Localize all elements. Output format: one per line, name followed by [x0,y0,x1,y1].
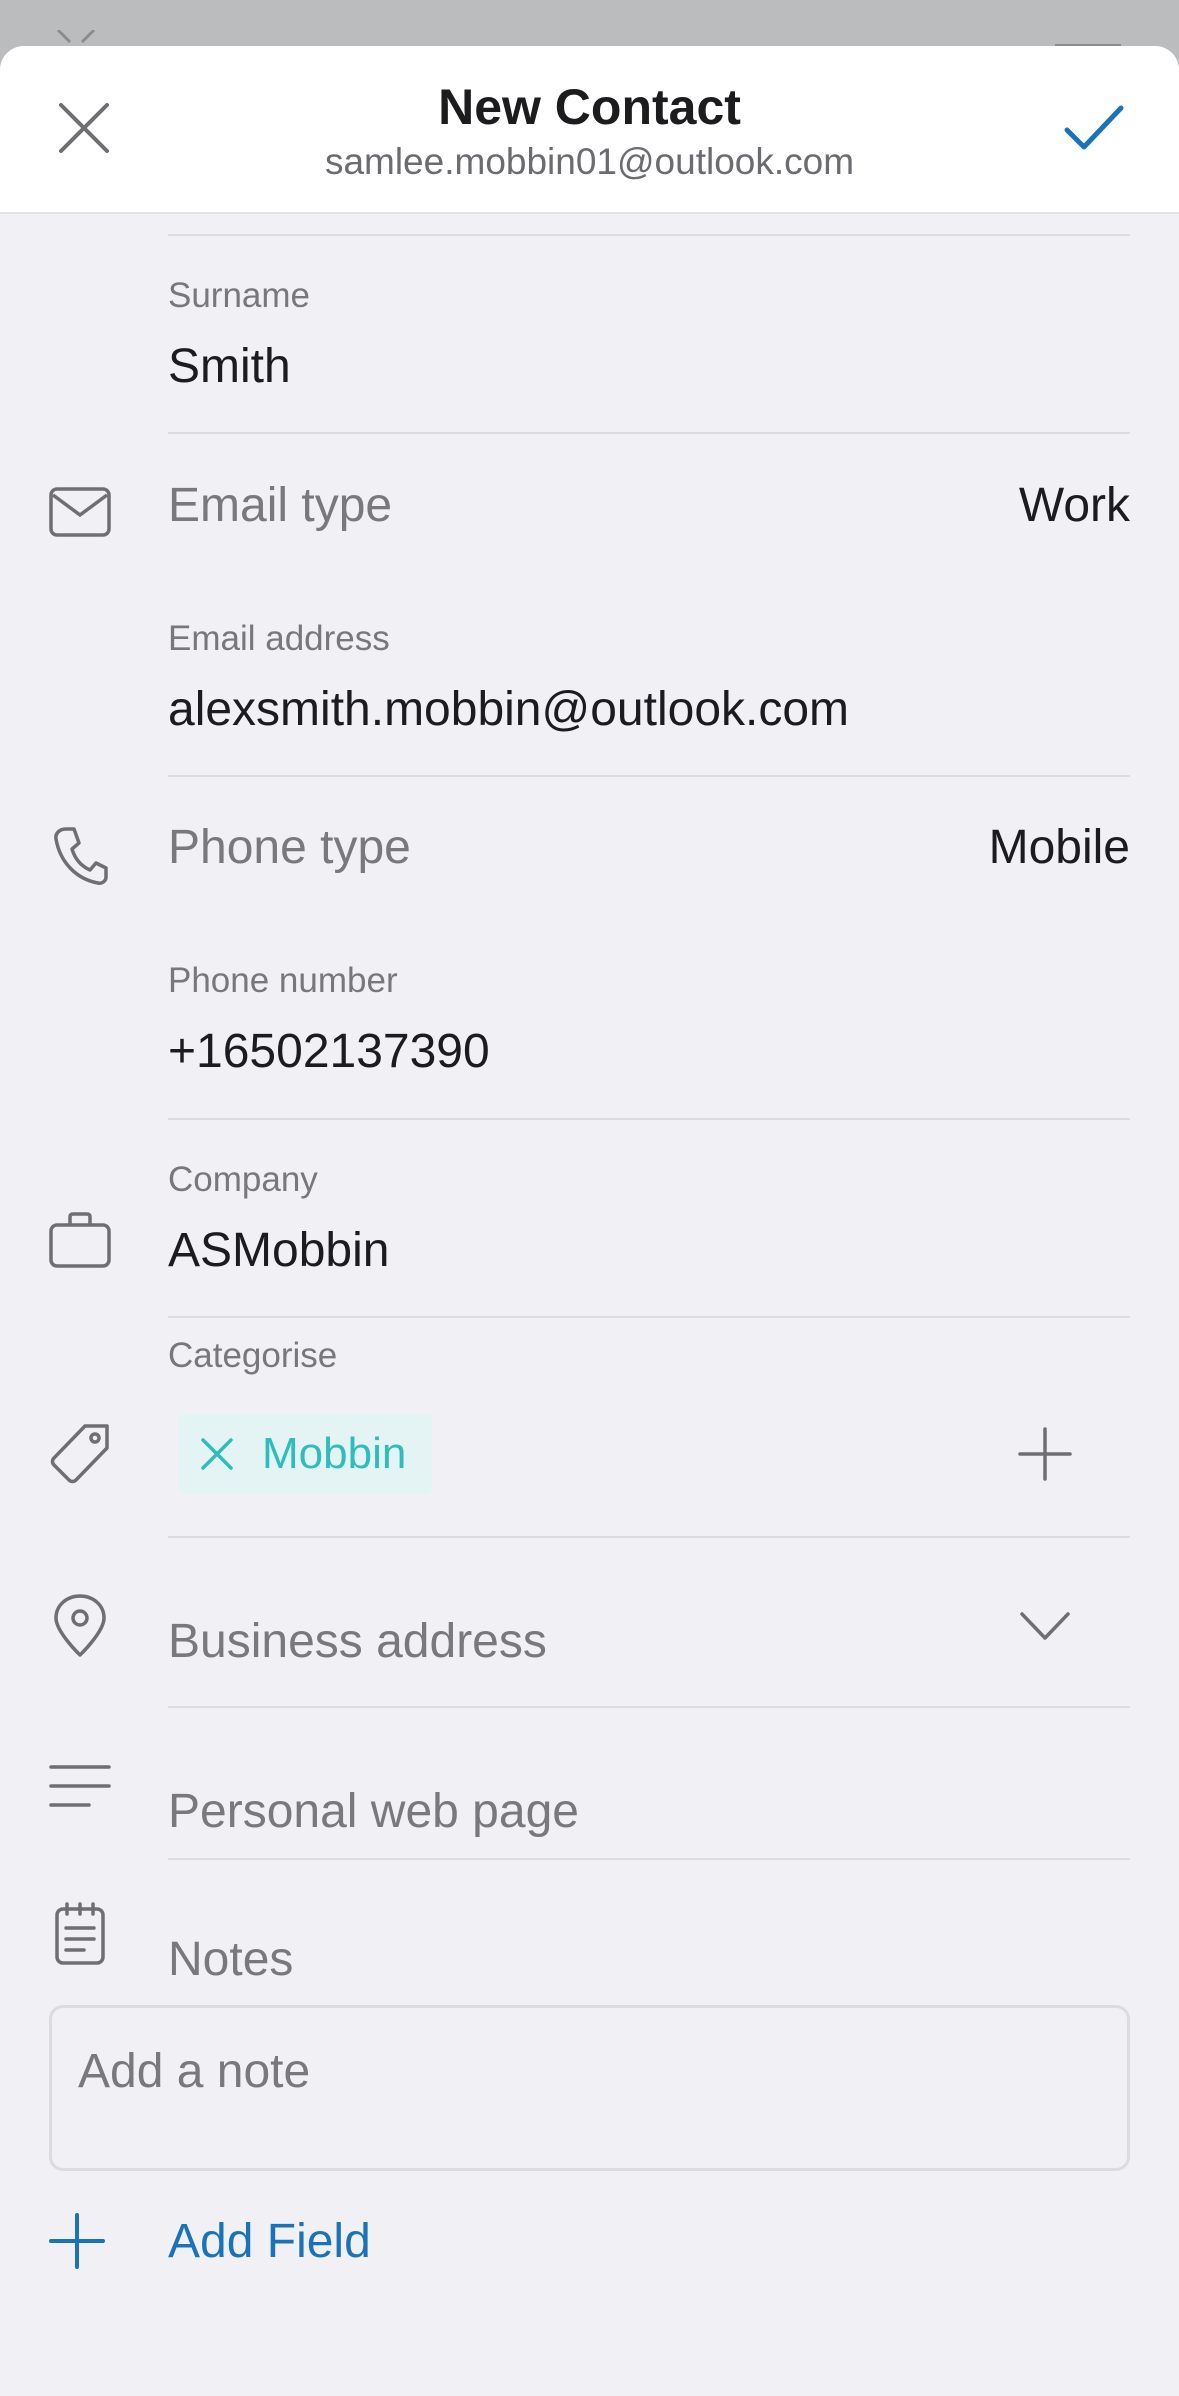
divider [168,1316,1130,1318]
phone-number-label: Phone number [168,961,398,1000]
phone-row-icon [40,816,120,896]
notes-row-icon [40,1894,120,1974]
category-chip-label: Mobbin [262,1429,407,1478]
company-input[interactable]: ASMobbin [168,1223,389,1278]
lines-icon [49,1765,111,1807]
note-input[interactable]: Add a note [49,2005,1130,2171]
email-type-label[interactable]: Email type [168,478,392,533]
divider [168,234,1130,236]
company-label: Company [168,1160,318,1199]
tag-icon [50,1424,109,1484]
header: New Contact samlee.mobbin01@outlook.com [0,46,1179,214]
account-email: samlee.mobbin01@outlook.com [324,141,855,182]
categorise-label: Categorise [168,1336,338,1375]
email-type-value[interactable]: Work [1019,478,1130,533]
expand-address-button[interactable] [1005,1586,1085,1666]
email-row-icon [40,472,120,552]
add-field-button[interactable]: Add Field [49,2196,371,2286]
surname-label: Surname [168,276,311,315]
briefcase-icon [49,1212,111,1268]
save-button[interactable] [1054,88,1134,168]
plus-icon [49,2213,105,2269]
email-address-label: Email address [168,619,390,658]
business-address-field[interactable]: Business address [168,1614,547,1669]
divider [168,775,1130,777]
notes-label: Notes [168,1933,294,1986]
divider [168,1118,1130,1120]
phone-type-label[interactable]: Phone type [168,820,411,875]
remove-chip-icon[interactable] [200,1437,234,1471]
notes-icon [55,1902,105,1965]
divider [168,1706,1130,1708]
divider [168,432,1130,434]
checkmark-icon [1064,105,1124,150]
categorise-row-icon [40,1414,120,1494]
location-pin-icon [54,1594,106,1657]
screen: New Contact samlee.mobbin01@outlook.com … [0,0,1179,2396]
email-address-input[interactable]: alexsmith.mobbin@outlook.com [168,682,849,737]
add-field-label: Add Field [168,2214,371,2268]
surname-input[interactable]: Smith [168,339,291,394]
category-chip-mobbin[interactable]: Mobbin [178,1414,432,1494]
chevron-down-icon [1020,1612,1070,1640]
address-row-icon [40,1586,120,1666]
page-title: New Contact [438,79,741,135]
company-row-icon [40,1200,120,1280]
divider [168,1858,1130,1860]
phone-number-input[interactable]: +16502137390 [168,1024,490,1079]
phone-type-value[interactable]: Mobile [989,820,1130,875]
envelope-icon [49,487,111,537]
plus-icon [1018,1427,1072,1481]
personal-web-page-field[interactable]: Personal web page [168,1784,579,1839]
phone-icon [54,827,108,885]
note-input-placeholder: Add a note [78,2045,311,2098]
new-contact-sheet: New Contact samlee.mobbin01@outlook.com … [0,46,1179,2396]
add-category-button[interactable] [1005,1414,1085,1494]
webpage-row-icon [40,1746,120,1826]
divider [168,1536,1130,1538]
background-close-icon [56,30,96,44]
